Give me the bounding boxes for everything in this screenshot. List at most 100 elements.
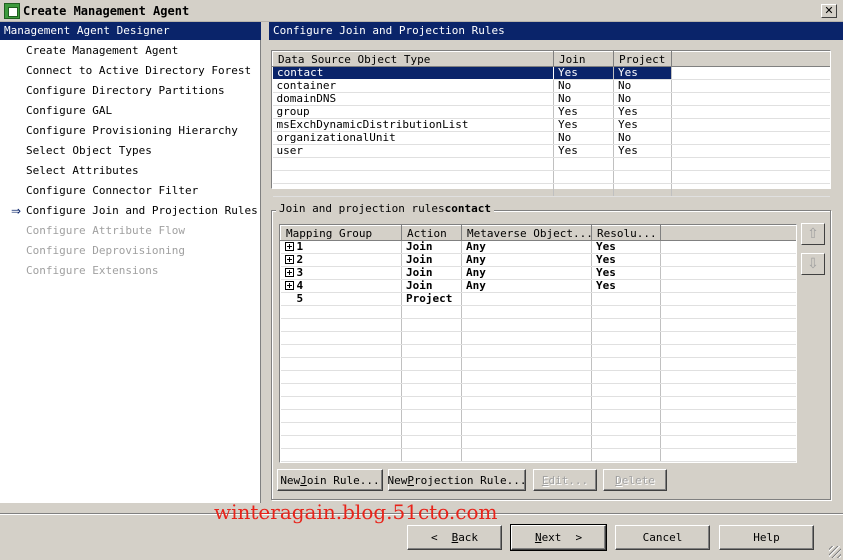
mapping-group-label: 5 <box>296 292 304 305</box>
rule-row[interactable]: 3 Join Any Yes <box>280 266 796 280</box>
column-header-metaverse-object[interactable]: Metaverse Object... <box>461 225 592 241</box>
object-type-row[interactable]: user Yes Yes <box>272 144 830 158</box>
new-projection-rule-button[interactable]: New Projection Rule... <box>387 469 527 491</box>
rule-cell-group: 4 <box>280 279 402 293</box>
rules-title-object: contact <box>444 202 491 215</box>
object-type-row[interactable]: msExchDynamicDistributionList Yes Yes <box>272 118 830 132</box>
wizard-step-item[interactable]: Configure Directory Partitions <box>26 83 225 99</box>
object-type-row[interactable]: contact Yes Yes <box>272 66 830 80</box>
wizard-step-item: Configure Attribute Flow <box>26 224 185 237</box>
expand-plus-icon[interactable] <box>284 268 294 277</box>
column-header-join[interactable]: Join <box>553 51 614 67</box>
rule-cell-metaverse: Any <box>461 240 592 254</box>
object-type-cell-type: msExchDynamicDistributionList <box>272 118 554 132</box>
new-join-label-3: oin Rule... <box>306 473 380 487</box>
rule-cell-action: Join <box>401 266 462 280</box>
wizard-step-item[interactable]: Configure Connector Filter <box>26 183 198 199</box>
wizard-step-item: Configure Extensions <box>26 264 159 277</box>
row-filler <box>671 92 830 106</box>
empty-row <box>280 448 796 462</box>
column-header-mapping-group[interactable]: Mapping Group <box>280 225 402 241</box>
designer-header: Management Agent Designer <box>0 22 261 40</box>
page-title: Configure Join and Projection Rules <box>269 22 843 40</box>
rule-row[interactable]: 4 Join Any Yes <box>280 279 796 293</box>
object-type-cell-project: Yes <box>613 105 672 119</box>
object-type-cell-join: Yes <box>553 66 614 80</box>
row-filler <box>671 131 830 145</box>
object-type-cell-project: No <box>613 79 672 93</box>
empty-row <box>280 357 796 371</box>
object-type-cell-project: Yes <box>613 66 672 80</box>
delete-label-2: elete <box>621 473 655 487</box>
rule-cell-action: Project <box>401 292 462 306</box>
object-type-cell-type: organizationalUnit <box>272 131 554 145</box>
column-header-action[interactable]: Action <box>401 225 462 241</box>
expand-plus-icon[interactable] <box>284 242 294 251</box>
object-type-cell-project: Yes <box>613 118 672 132</box>
move-down-button[interactable]: ⇩ <box>801 253 825 275</box>
object-type-cell-join: Yes <box>553 105 614 119</box>
row-filler <box>671 66 830 80</box>
move-up-button[interactable]: ⇧ <box>801 223 825 245</box>
column-header-filler <box>660 225 796 241</box>
edit-button[interactable]: Edit... <box>533 469 597 491</box>
current-step-arrow-icon: ⇒ <box>11 204 22 218</box>
empty-row <box>280 435 796 449</box>
object-type-cell-project: No <box>613 92 672 106</box>
empty-row <box>280 331 796 345</box>
help-button[interactable]: Help <box>719 525 814 550</box>
object-type-row[interactable]: organizationalUnit No No <box>272 131 830 145</box>
rule-cell-group: 5 <box>280 292 402 306</box>
column-header-object-type[interactable]: Data Source Object Type <box>272 51 554 67</box>
row-filler <box>671 118 830 132</box>
object-type-cell-join: No <box>553 131 614 145</box>
column-header-resolution[interactable]: Resolu... <box>591 225 661 241</box>
wizard-step-item[interactable]: Configure GAL <box>26 103 112 119</box>
rule-cell-resolution: Yes <box>591 240 661 254</box>
object-type-row[interactable]: domainDNS No No <box>272 92 830 106</box>
rule-cell-action: Join <box>401 279 462 293</box>
object-type-row[interactable]: container No No <box>272 79 830 93</box>
close-button[interactable]: ✕ <box>821 4 837 18</box>
rules-title-prefix: Join and projection rules <box>279 202 445 215</box>
wizard-step-item[interactable]: Configure Join and Projection Rules <box>26 203 258 219</box>
edit-label-2: dit... <box>548 473 589 487</box>
empty-row <box>280 305 796 319</box>
rule-cell-group: 2 <box>280 253 402 267</box>
delete-button[interactable]: Delete <box>603 469 667 491</box>
rule-cell-metaverse <box>461 292 592 306</box>
row-filler <box>660 266 796 280</box>
wizard-step-item[interactable]: Connect to Active Directory Forest <box>26 63 251 79</box>
row-filler <box>660 292 796 306</box>
mapping-group-label: 3 <box>296 266 304 279</box>
object-type-row[interactable]: group Yes Yes <box>272 105 830 119</box>
mapping-group-label: 4 <box>296 279 304 292</box>
rule-cell-resolution <box>591 292 661 306</box>
wizard-step-item[interactable]: Select Attributes <box>26 163 139 179</box>
column-header-project[interactable]: Project <box>613 51 672 67</box>
cancel-button[interactable]: Cancel <box>615 525 710 550</box>
empty-row <box>280 409 796 423</box>
empty-row <box>280 383 796 397</box>
rule-row[interactable]: 5 Project <box>280 292 796 306</box>
resize-grip[interactable] <box>829 546 841 558</box>
rule-cell-resolution: Yes <box>591 266 661 280</box>
rule-row[interactable]: 2 Join Any Yes <box>280 253 796 267</box>
rule-row[interactable]: 1 Join Any Yes <box>280 240 796 254</box>
rule-cell-metaverse: Any <box>461 266 592 280</box>
expand-plus-icon[interactable] <box>284 255 294 264</box>
wizard-step-item[interactable]: Configure Provisioning Hierarchy <box>26 123 238 139</box>
rules-grid[interactable]: Mapping Group Action Metaverse Object...… <box>279 224 797 463</box>
row-filler <box>660 253 796 267</box>
object-type-cell-type: user <box>272 144 554 158</box>
empty-row <box>280 370 796 384</box>
column-header-filler <box>671 51 830 67</box>
new-join-rule-button[interactable]: New Join Rule... <box>277 469 383 491</box>
wizard-step-item[interactable]: Create Management Agent <box>26 43 178 59</box>
row-filler <box>671 79 830 93</box>
next-button[interactable]: Next > <box>510 524 607 551</box>
wizard-step-item[interactable]: Select Object Types <box>26 143 152 159</box>
back-button[interactable]: < Back <box>407 525 502 550</box>
expand-plus-icon[interactable] <box>284 281 294 290</box>
object-types-grid[interactable]: Data Source Object Type Join Project con… <box>271 50 831 197</box>
